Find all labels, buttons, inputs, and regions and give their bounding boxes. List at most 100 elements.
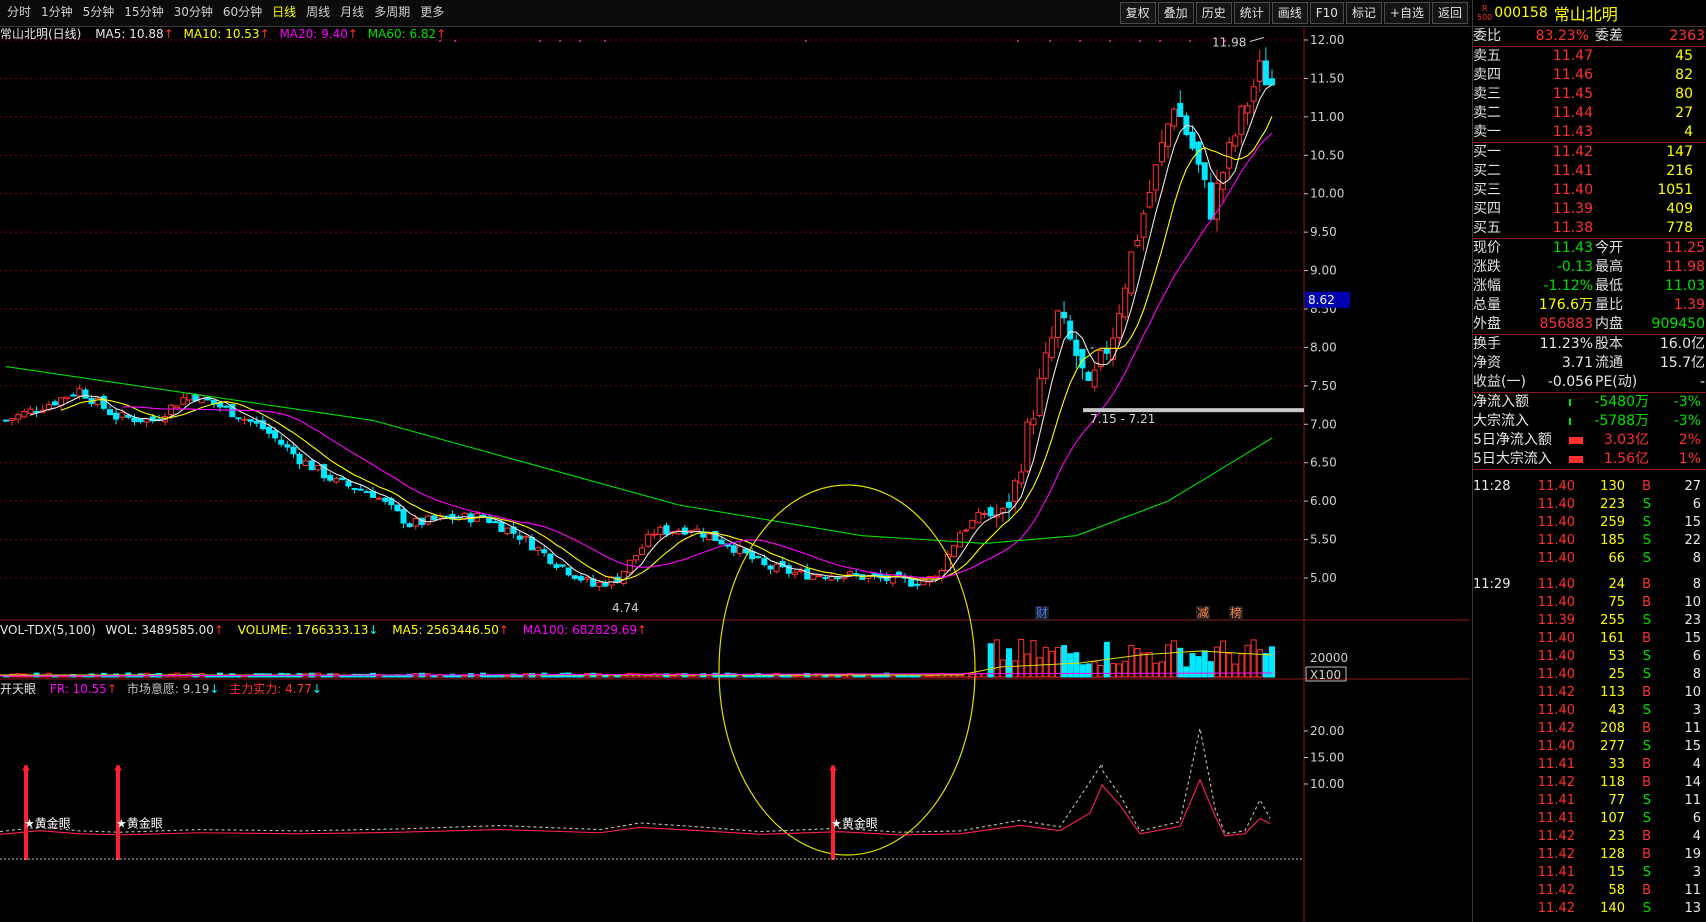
- tick-row[interactable]: 11.41 15 S 3: [1473, 864, 1706, 882]
- tick-row[interactable]: 11.40 43 S 3: [1473, 702, 1706, 720]
- ind-title: 开天眼: [0, 682, 37, 696]
- candle-body: [663, 525, 670, 535]
- tick-row[interactable]: 11.39 255 S 23: [1473, 612, 1706, 630]
- tick-row[interactable]: 11.40 25 S 8: [1473, 666, 1706, 684]
- tick-row[interactable]: 11.41 33 B 4: [1473, 756, 1706, 774]
- index-badge: R 500: [1477, 4, 1492, 22]
- tick-row[interactable]: 11.40 75 B 10: [1473, 594, 1706, 612]
- tick-row[interactable]: 11.42 208 B 11: [1473, 720, 1706, 738]
- ask-price: 11.46: [1552, 67, 1593, 83]
- candle-body: [1189, 131, 1196, 149]
- tick-row[interactable]: 11.42 140 S 13: [1473, 900, 1706, 918]
- tick-volume: 140: [1600, 901, 1625, 916]
- period-tab-2[interactable]: 5分钟: [78, 4, 120, 21]
- kline-chart[interactable]: 12.0011.5011.0010.5010.009.509.008.508.0…: [0, 27, 1470, 922]
- ma5-label: MA5: 10.88: [95, 27, 164, 41]
- tick-row[interactable]: 11.41 107 S 6: [1473, 810, 1706, 828]
- tool-button-3[interactable]: 统计: [1233, 2, 1270, 24]
- bid-row[interactable]: 买四 11.39 409: [1473, 200, 1706, 219]
- price-axis-label: 7.00: [1310, 417, 1337, 431]
- tick-side: S: [1642, 793, 1651, 808]
- tick-row[interactable]: 11.42 118 B 14: [1473, 774, 1706, 792]
- period-tab-1[interactable]: 1分钟: [36, 4, 78, 21]
- candle-body: [1073, 339, 1080, 356]
- tick-time: [1473, 756, 1525, 774]
- kline-chart-area[interactable]: 12.00 11.50 11.00 10.50 10.00 9.50 9.00 8.50 8.0…: [0, 27, 1470, 922]
- wol-arrow: ↑: [213, 623, 224, 637]
- volume-bar: [1152, 662, 1159, 678]
- badge-bang: 榜: [1230, 605, 1242, 620]
- volume-bar: [608, 674, 615, 678]
- signal-dot: [1017, 40, 1019, 42]
- tick-row[interactable]: 11.42 128 B 19: [1473, 846, 1706, 864]
- range-label: 7.15 - 7.21: [1090, 412, 1155, 426]
- candles: [3, 47, 1275, 592]
- period-tab-4[interactable]: 30分钟: [169, 4, 218, 21]
- tool-button-5[interactable]: F10: [1309, 2, 1344, 24]
- tick-row[interactable]: 11.40 66 S 8: [1473, 550, 1706, 568]
- period-tab-9[interactable]: 多周期: [369, 4, 415, 21]
- tool-button-1[interactable]: 叠加: [1157, 2, 1194, 24]
- tool-button-7[interactable]: +自选: [1383, 2, 1430, 24]
- bid-row[interactable]: 买三 11.40 1051: [1473, 181, 1706, 200]
- bid-row[interactable]: 买二 11.41 216: [1473, 162, 1706, 181]
- tick-row[interactable]: 11.40 185 S 22: [1473, 532, 1706, 550]
- volume-bar: [1116, 663, 1123, 678]
- ask-row[interactable]: 卖三 11.45 80: [1473, 85, 1706, 104]
- period-tab-3[interactable]: 15分钟: [119, 4, 168, 21]
- tool-button-4[interactable]: 画线: [1271, 2, 1308, 24]
- tool-button-2[interactable]: 历史: [1195, 2, 1232, 24]
- candle-body: [730, 545, 737, 553]
- signal-dot: [579, 40, 581, 42]
- candle-body: [168, 404, 175, 416]
- period-tab-0[interactable]: 分时: [2, 4, 36, 21]
- ind-sentiment: 市场意愿: 9.19: [126, 682, 210, 696]
- ask-row[interactable]: 卖二 11.44 27: [1473, 104, 1706, 123]
- tick-row[interactable]: 11.41 77 S 11: [1473, 792, 1706, 810]
- stat-label: 换手: [1473, 336, 1501, 352]
- flow-row: 5日净流入额 3.03亿 2%: [1473, 431, 1706, 450]
- tick-row[interactable]: 11.42 113 B 10: [1473, 684, 1706, 702]
- signal-dot: [1189, 40, 1191, 42]
- bid-row[interactable]: 买五 11.38 778: [1473, 219, 1706, 238]
- tick-price: 11.42: [1537, 685, 1575, 700]
- ask-row[interactable]: 卖四 11.46 82: [1473, 66, 1706, 85]
- ask-row[interactable]: 卖五 11.47 45: [1473, 47, 1706, 66]
- volume-bar: [767, 675, 774, 678]
- period-tab-6[interactable]: 日线: [267, 4, 301, 21]
- signal-dot: [1224, 40, 1226, 42]
- tick-volume: 277: [1600, 739, 1625, 754]
- tick-row[interactable]: 11.42 23 B 4: [1473, 828, 1706, 846]
- ask-row[interactable]: 卖一 11.43 4: [1473, 123, 1706, 142]
- flow-bar-fill: [1569, 399, 1571, 406]
- price-axis-label: 10.00: [1310, 187, 1344, 201]
- ask-volume: 82: [1675, 67, 1693, 83]
- bid-row[interactable]: 买一 11.42 147: [1473, 143, 1706, 162]
- tick-row[interactable]: 11:28 11.40 130 B 27: [1473, 478, 1706, 496]
- period-tab-7[interactable]: 周线: [301, 4, 335, 21]
- tool-button-0[interactable]: 复权: [1119, 2, 1156, 24]
- tick-time: [1473, 550, 1525, 568]
- candle-body: [351, 487, 358, 491]
- period-tab-5[interactable]: 60分钟: [218, 4, 267, 21]
- tick-row[interactable]: 11:29 11.40 24 B 8: [1473, 576, 1706, 594]
- bid-price: 11.39: [1552, 201, 1593, 217]
- tick-row[interactable]: 11.40 223 S 6: [1473, 496, 1706, 514]
- tick-row[interactable]: 11.40 161 B 15: [1473, 630, 1706, 648]
- candle-body: [223, 405, 230, 408]
- period-tab-10[interactable]: 更多: [415, 4, 449, 21]
- flow-label: 5日净流入额: [1473, 432, 1552, 448]
- tick-row[interactable]: 11.42 58 B 11: [1473, 882, 1706, 900]
- tick-list[interactable]: 11:28 11.40 130 B 27 11.40 223 S 6 11.40 259 S 15 11.…: [1473, 478, 1706, 918]
- tool-button-8[interactable]: 返回: [1431, 2, 1468, 24]
- ind-force: 主力实力: 4.77: [229, 682, 312, 696]
- tool-button-6[interactable]: 标记: [1345, 2, 1382, 24]
- tick-row[interactable]: 11.40 259 S 15: [1473, 514, 1706, 532]
- tick-volume: 24: [1608, 577, 1625, 592]
- vol-ma5: MA5: 2563446.50: [392, 623, 499, 637]
- period-tab-8[interactable]: 月线: [335, 4, 369, 21]
- tick-row[interactable]: 11.40 277 S 15: [1473, 738, 1706, 756]
- tick-row[interactable]: 11.40 53 S 6: [1473, 648, 1706, 666]
- volume-bar: [981, 673, 988, 678]
- tick-count: 10: [1684, 595, 1701, 610]
